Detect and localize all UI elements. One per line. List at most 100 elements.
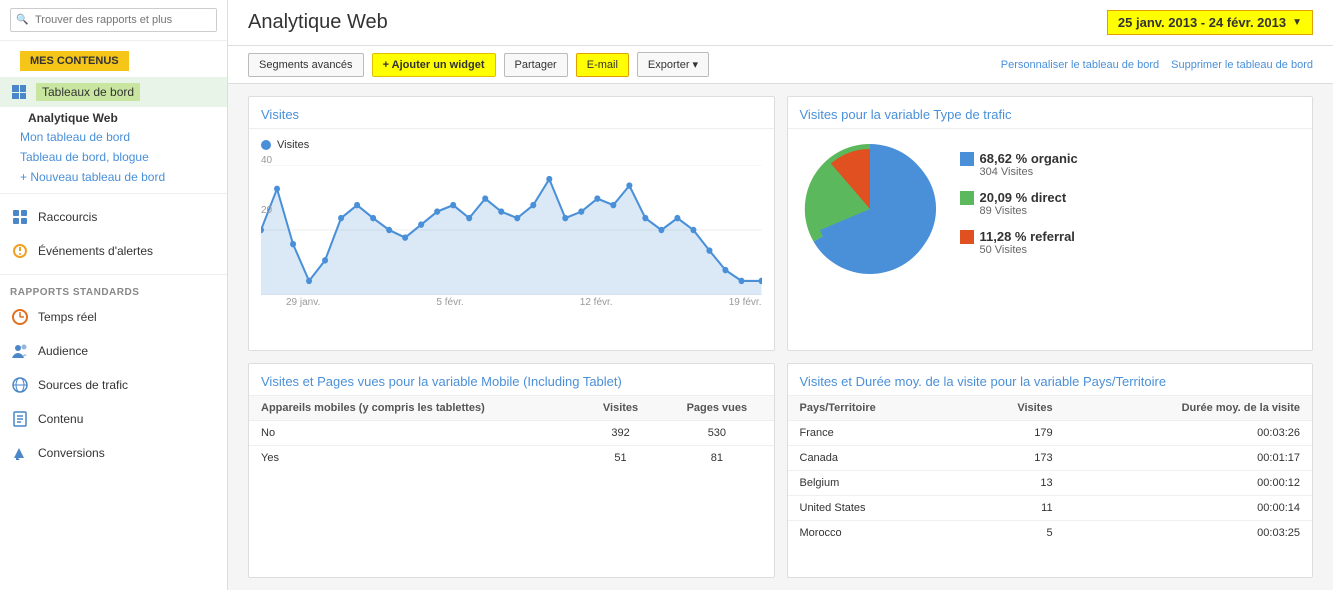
duration-canada: 00:01:17 <box>1065 446 1312 471</box>
legend-label: Visites <box>277 139 309 151</box>
pageviews-yes: 81 <box>660 446 773 471</box>
country-canada: Canada <box>788 446 962 471</box>
country-header-row: Pays/Territoire Visites Durée moy. de la… <box>788 396 1313 421</box>
conversions-icon <box>10 443 30 463</box>
table-row: Canada 173 00:01:17 <box>788 446 1313 471</box>
evenements-icon <box>10 241 30 261</box>
country-morocco: Morocco <box>788 521 962 546</box>
date-range-picker[interactable]: 25 janv. 2013 - 24 févr. 2013 ▼ <box>1107 10 1313 35</box>
x-label-0: 29 janv. <box>286 297 320 308</box>
referral-text: 11,28 % referral 50 Visites <box>980 229 1075 256</box>
referral-count: 50 Visites <box>980 244 1075 256</box>
mobile-table-title: Visites et Pages vues pour la variable M… <box>249 364 774 396</box>
toolbar-right: Personnaliser le tableau de bord Supprim… <box>1001 59 1313 71</box>
duration-belgium: 00:00:12 <box>1065 471 1312 496</box>
country-us: United States <box>788 496 962 521</box>
segments-button[interactable]: Segments avancés <box>248 53 364 77</box>
organic-pct: 68,62 % organic <box>980 151 1078 166</box>
table-row: Yes 51 81 <box>249 446 774 471</box>
pie-svg-proper <box>800 139 940 279</box>
mes-contenus-label: MES CONTENUS <box>20 51 129 71</box>
referral-color <box>960 230 974 244</box>
sidebar-item-evenements[interactable]: Événements d'alertes <box>0 234 227 268</box>
main-header: Analytique Web 25 janv. 2013 - 24 févr. … <box>228 0 1333 46</box>
chart-legend: Visites <box>261 139 762 151</box>
sidebar-item-mon-tableau[interactable]: Mon tableau de bord <box>0 127 227 147</box>
sidebar-item-sources[interactable]: Sources de trafic <box>0 368 227 402</box>
sidebar-item-contenu[interactable]: Contenu <box>0 402 227 436</box>
chart-body: Visites 40 20 <box>249 129 774 318</box>
line-chart-svg <box>261 165 762 295</box>
grid-icon <box>10 83 28 101</box>
add-widget-button[interactable]: + Ajouter un widget <box>372 53 496 77</box>
table-row: No 392 530 <box>249 421 774 446</box>
search-input[interactable] <box>10 8 217 32</box>
sidebar-item-tableaux[interactable]: Tableaux de bord <box>0 77 227 107</box>
conversions-label: Conversions <box>38 446 105 460</box>
x-label-3: 19 févr. <box>729 297 762 308</box>
visits-belgium: 13 <box>962 471 1065 496</box>
duration-morocco: 00:03:25 <box>1065 521 1312 546</box>
col-duration: Durée moy. de la visite <box>1065 396 1312 421</box>
organic-count: 304 Visites <box>980 166 1078 178</box>
visits-us: 11 <box>962 496 1065 521</box>
contenu-icon <box>10 409 30 429</box>
sidebar-item-conversions[interactable]: Conversions <box>0 436 227 470</box>
y-label-40: 40 <box>261 155 272 166</box>
table-row: Morocco 5 00:03:25 <box>788 521 1313 546</box>
chart-x-labels: 29 janv. 5 févr. 12 févr. 19 févr. <box>261 295 762 308</box>
mobile-table-header-row: Appareils mobiles (y compris les tablett… <box>249 396 774 421</box>
pie-legend-organic: 68,62 % organic 304 Visites <box>960 151 1301 178</box>
page-title: Analytique Web <box>248 11 388 34</box>
visits-canada: 173 <box>962 446 1065 471</box>
sidebar-item-tableau-blogue[interactable]: Tableau de bord, blogue <box>0 147 227 167</box>
mobile-table-widget: Visites et Pages vues pour la variable M… <box>248 363 775 578</box>
sidebar-item-temps-reel[interactable]: Temps réel <box>0 300 227 334</box>
sources-icon <box>10 375 30 395</box>
device-yes: Yes <box>249 446 581 471</box>
analytique-web-label: Analytique Web <box>0 107 227 127</box>
main-content: Analytique Web 25 janv. 2013 - 24 févr. … <box>228 0 1333 590</box>
share-button[interactable]: Partager <box>504 53 568 77</box>
pie-legend: 68,62 % organic 304 Visites 20,09 % dire… <box>960 151 1301 268</box>
direct-text: 20,09 % direct 89 Visites <box>980 190 1067 217</box>
visits-chart-widget: Visites Visites 40 20 <box>248 96 775 351</box>
search-box <box>0 0 227 41</box>
country-table-title: Visites et Durée moy. de la visite pour … <box>788 364 1313 396</box>
audience-label: Audience <box>38 344 88 358</box>
device-no: No <box>249 421 581 446</box>
visits-chart-title: Visites <box>249 97 774 129</box>
visits-france: 179 <box>962 421 1065 446</box>
rapports-label: RAPPORTS STANDARDS <box>0 281 227 300</box>
tableaux-label: Tableaux de bord <box>36 83 140 101</box>
evenements-label: Événements d'alertes <box>38 244 153 258</box>
legend-dot <box>261 140 271 150</box>
col-country: Pays/Territoire <box>788 396 962 421</box>
col-visits: Visites <box>581 396 660 421</box>
sidebar-item-audience[interactable]: Audience <box>0 334 227 368</box>
direct-count: 89 Visites <box>980 205 1067 217</box>
sidebar: MES CONTENUS Tableaux de bord Analytique… <box>0 0 228 590</box>
x-label-1: 5 févr. <box>436 297 463 308</box>
duration-france: 00:03:26 <box>1065 421 1312 446</box>
visits-no: 392 <box>581 421 660 446</box>
col-pageviews: Pages vues <box>660 396 773 421</box>
raccourcis-icon <box>10 207 30 227</box>
referral-pct: 11,28 % referral <box>980 229 1075 244</box>
pie-legend-direct: 20,09 % direct 89 Visites <box>960 190 1301 217</box>
content-area: Visites Visites 40 20 <box>228 84 1333 590</box>
col-device: Appareils mobiles (y compris les tablett… <box>249 396 581 421</box>
email-button[interactable]: E-mail <box>576 53 629 77</box>
export-button[interactable]: Exporter ▾ <box>637 52 709 77</box>
x-label-2: 12 févr. <box>580 297 613 308</box>
organic-color <box>960 152 974 166</box>
country-france: France <box>788 421 962 446</box>
delete-button[interactable]: Supprimer le tableau de bord <box>1171 59 1313 71</box>
table-row: United States 11 00:00:14 <box>788 496 1313 521</box>
sidebar-item-new-tableau[interactable]: + Nouveau tableau de bord <box>0 167 227 187</box>
pageviews-no: 530 <box>660 421 773 446</box>
customize-button[interactable]: Personnaliser le tableau de bord <box>1001 59 1159 71</box>
sidebar-item-raccourcis[interactable]: Raccourcis <box>0 200 227 234</box>
contenu-label: Contenu <box>38 412 83 426</box>
pie-legend-referral: 11,28 % referral 50 Visites <box>960 229 1301 256</box>
